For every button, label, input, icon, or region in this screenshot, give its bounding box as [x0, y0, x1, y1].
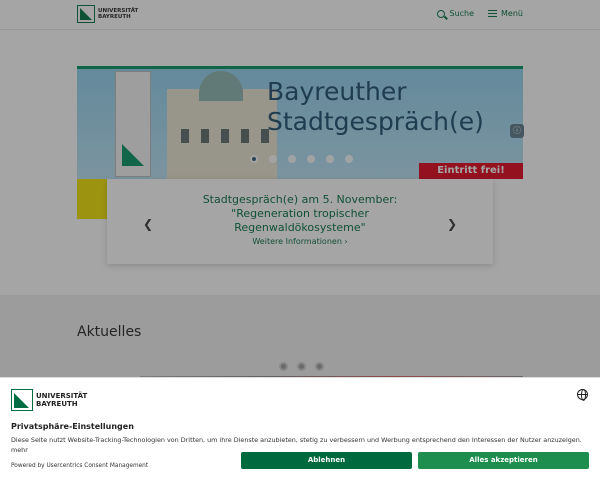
logo-mark-icon: [11, 389, 33, 411]
consent-text: Diese Seite nutzt Website-Tracking-Techn…: [11, 436, 582, 444]
consent-logo-text: UNIVERSITÄT BAYREUTH: [36, 392, 87, 408]
consent-powered-by[interactable]: Powered by Usercentrics Consent Manageme…: [11, 463, 148, 469]
accept-all-button[interactable]: Alles akzeptieren: [418, 452, 589, 469]
deny-button[interactable]: Ablehnen: [241, 452, 412, 469]
consent-logo-line1: UNIVERSITÄT: [36, 392, 88, 400]
globe-icon[interactable]: [577, 389, 588, 401]
consent-more-link[interactable]: mehr: [11, 446, 28, 454]
consent-title: Privatsphäre-Einstellungen: [11, 422, 134, 431]
consent-logo-line2: BAYREUTH: [36, 400, 78, 408]
consent-logo: UNIVERSITÄT BAYREUTH: [11, 389, 87, 411]
consent-banner: UNIVERSITÄT BAYREUTH Privatsphäre-Einste…: [0, 377, 600, 480]
